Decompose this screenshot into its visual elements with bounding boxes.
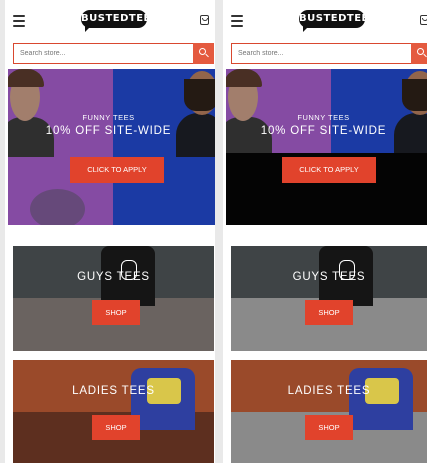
search-input[interactable] <box>13 43 193 64</box>
site-logo[interactable]: BUSTEDTEES <box>81 9 158 32</box>
category-title: LADIES TEES <box>287 385 371 397</box>
shop-ladies-button[interactable]: SHOP <box>92 415 140 440</box>
hero-banner[interactable] <box>8 69 215 225</box>
screenshot-pair: BUSTEDTEES FUNNY TEES 10% OFF SIT <box>0 0 427 463</box>
category-title: GUYS TEES <box>77 271 150 283</box>
search-bar <box>13 43 214 64</box>
category-title: GUYS TEES <box>292 271 366 283</box>
category-guys-tees[interactable]: GUYS TEES SHOP <box>231 246 427 351</box>
click-to-apply-button[interactable]: CLICK TO APPLY <box>282 157 376 183</box>
category-ladies-tees[interactable]: LADIES TEES SHOP <box>231 360 427 463</box>
hero-title: 10% OFF SITE-WIDE <box>45 125 172 137</box>
shop-guys-button[interactable]: SHOP <box>305 300 353 325</box>
shopping-bag-icon[interactable] <box>200 15 209 25</box>
hero-subtitle: FUNNY TEES <box>297 113 350 122</box>
search-button[interactable] <box>411 43 427 64</box>
category-photo-model <box>349 368 413 430</box>
hamburger-menu-icon[interactable] <box>13 15 25 27</box>
site-header: BUSTEDTEES <box>5 0 215 42</box>
shopping-bag-icon[interactable] <box>420 15 427 25</box>
phone-screen-right: BUSTEDTEES FUNNY TEES 10% OFF SIT <box>223 0 427 463</box>
hamburger-menu-icon[interactable] <box>231 15 243 27</box>
logo-speech-tail <box>85 25 92 32</box>
hero-subtitle: FUNNY TEES <box>82 113 135 122</box>
logo-speech-tail <box>303 25 310 32</box>
search-button[interactable] <box>193 43 214 64</box>
hero-banner[interactable] <box>226 69 427 225</box>
phone-screen-left: BUSTEDTEES FUNNY TEES 10% OFF SIT <box>5 0 215 463</box>
search-bar <box>231 43 427 64</box>
site-logo[interactable]: BUSTEDTEES <box>299 9 376 32</box>
search-input[interactable] <box>231 43 411 64</box>
site-header: BUSTEDTEES <box>223 0 427 42</box>
category-title: LADIES TEES <box>72 385 155 397</box>
hero-title: 10% OFF SITE-WIDE <box>260 125 387 137</box>
shop-guys-button[interactable]: SHOP <box>92 300 140 325</box>
category-photo-model <box>131 368 195 430</box>
shop-ladies-button[interactable]: SHOP <box>305 415 353 440</box>
click-to-apply-button[interactable]: CLICK TO APPLY <box>70 157 164 183</box>
category-ladies-tees[interactable]: LADIES TEES SHOP <box>13 360 214 463</box>
category-guys-tees[interactable]: GUYS TEES SHOP <box>13 246 214 351</box>
